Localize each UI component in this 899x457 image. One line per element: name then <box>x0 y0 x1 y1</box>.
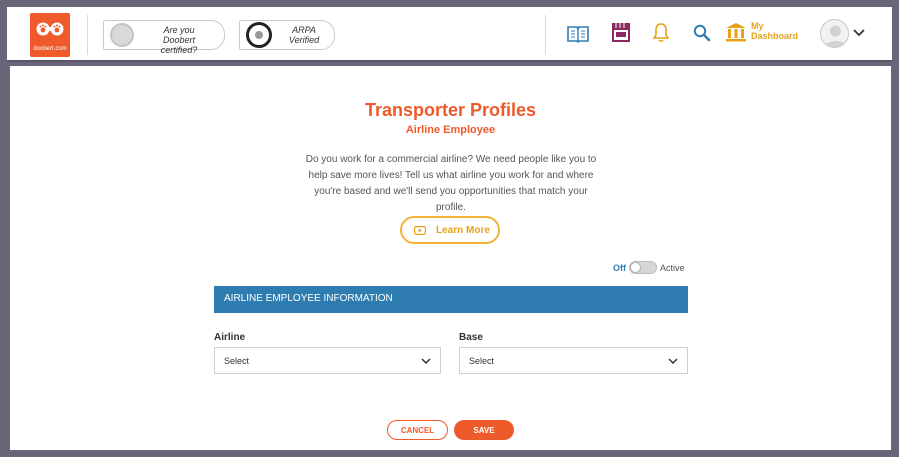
base-label: Base <box>459 332 483 343</box>
toggle-active-label: Active <box>660 263 685 273</box>
header-divider-right <box>545 15 546 55</box>
avatar-silhouette-icon <box>824 25 847 47</box>
bank-icon[interactable] <box>725 22 747 42</box>
save-button[interactable]: SAVE <box>454 420 514 440</box>
arpa-badge[interactable]: ARPA Verified <box>239 20 335 50</box>
main-card: Transporter Profiles Airline Employee Do… <box>10 66 891 450</box>
airline-label: Airline <box>214 332 246 343</box>
header-divider <box>87 15 88 55</box>
certified-medal-icon <box>110 23 134 47</box>
toggle-off-label: Off <box>613 263 626 273</box>
learn-more-button[interactable]: Learn More <box>400 216 500 244</box>
base-select-value: Select <box>469 356 495 366</box>
airline-select[interactable]: Select <box>214 347 441 374</box>
certified-badge-line: Are you Doobert certified? <box>160 25 198 55</box>
store-icon[interactable] <box>610 21 632 43</box>
base-select[interactable]: Select <box>459 347 688 374</box>
active-toggle[interactable] <box>629 261 657 274</box>
play-icon <box>414 226 426 235</box>
logo-text: doobert.com <box>33 46 67 52</box>
book-icon[interactable] <box>567 25 589 43</box>
arpa-badge-line: ARPA Verified <box>288 25 320 45</box>
dashboard-label-line2: Dashboard <box>751 31 799 41</box>
arpa-badge-text: ARPA Verified <box>284 25 324 45</box>
section-header: AIRLINE EMPLOYEE INFORMATION <box>214 286 688 313</box>
cancel-button[interactable]: CANCEL <box>387 420 448 440</box>
my-dashboard-link[interactable]: My Dashboard <box>751 21 798 41</box>
page-subtitle: Airline Employee <box>405 124 496 136</box>
user-avatar-icon[interactable] <box>820 19 849 48</box>
bell-icon[interactable] <box>652 22 670 44</box>
airline-select-value: Select <box>224 356 250 366</box>
certified-badge[interactable]: Are you Doobert certified? <box>103 20 225 55</box>
chevron-down-icon[interactable] <box>853 29 865 37</box>
certified-badge-text: Are you Doobert certified? <box>144 25 214 55</box>
search-icon[interactable] <box>693 24 711 42</box>
toggle-knob <box>630 262 641 273</box>
page-description: Do you work for a commercial airline? We… <box>305 154 597 213</box>
learn-more-label: Learn More <box>436 225 490 236</box>
doobert-logo[interactable]: doobert.com <box>30 13 70 57</box>
page-title: Transporter Profiles <box>364 100 537 120</box>
dashboard-label-line1: My <box>751 21 764 31</box>
paw-icon <box>36 22 64 36</box>
arpa-seal-icon <box>246 22 272 48</box>
chevron-down-icon <box>421 358 431 364</box>
top-header: doobert.com Are you Doobert certified? A… <box>7 7 892 62</box>
chevron-down-icon <box>668 358 678 364</box>
